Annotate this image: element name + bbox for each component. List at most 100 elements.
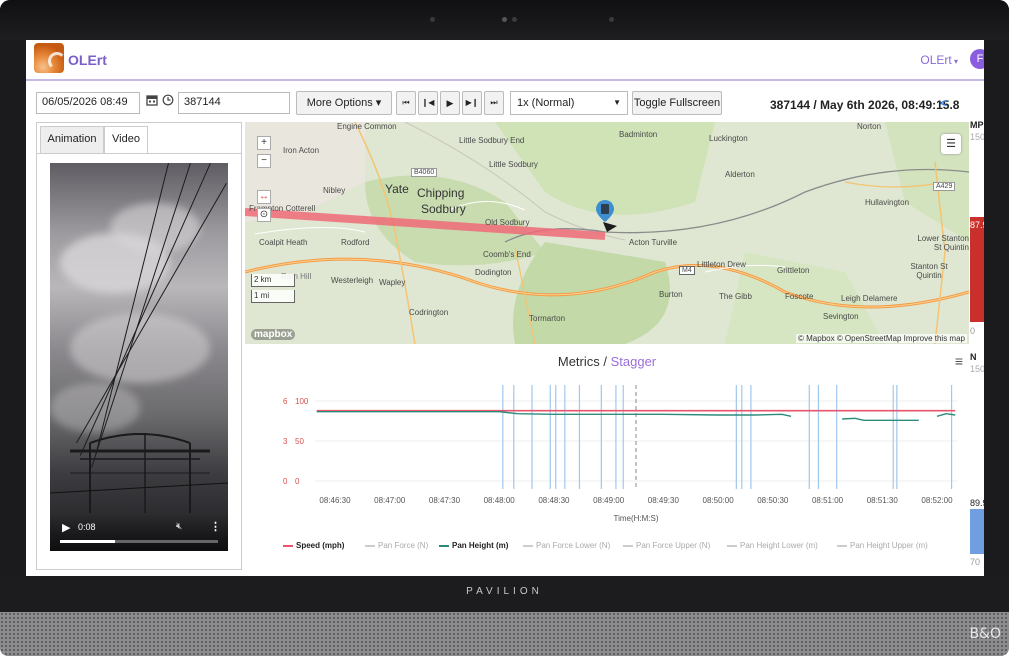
webcam (502, 17, 507, 22)
legend-item-pan-force-lower[interactable]: Pan Force Lower (N) (523, 541, 610, 550)
media-panel: Animation Video ▶ 0:08 🔇︎ ⋮ (36, 122, 242, 570)
status-text: 387144 / May 6th 2026, 08:49:15.8 (770, 98, 960, 112)
y-tick-left: 6 (283, 397, 288, 406)
caret-down-icon: ▾ (372, 97, 382, 109)
x-tick-label: 08:51:00 (812, 496, 844, 505)
locate-icon[interactable]: ⊙ (257, 208, 271, 222)
y-tick-left: 3 (283, 437, 288, 446)
step-back-button[interactable]: ❙◀ (418, 91, 438, 115)
more-options-button[interactable]: More Options ▾ (296, 91, 392, 115)
x-tick-label: 08:47:00 (374, 496, 406, 505)
caret-down-icon: ▾ (951, 57, 958, 66)
mapbox-logo[interactable]: mapbox (251, 329, 296, 340)
map-label: Rodford (341, 238, 370, 247)
map-label: Yate (385, 182, 409, 196)
avatar[interactable]: F (970, 49, 984, 69)
clock-icon[interactable] (162, 94, 174, 109)
video-time: 0:08 (78, 522, 96, 532)
datetime-input[interactable]: 06/05/2026 08:49 (36, 92, 140, 114)
map-label: Norton (857, 122, 882, 131)
tab-video[interactable]: Video (104, 126, 148, 154)
tab-animation[interactable]: Animation (40, 126, 104, 153)
chart-legend: Speed (mph) Pan Force (N) Pan Height (m)… (261, 541, 961, 555)
series-line (936, 412, 956, 418)
step-forward-button[interactable]: ▶❙ (462, 91, 482, 115)
x-tick-label: 08:49:00 (593, 496, 625, 505)
map-label: Little Sodbury (489, 160, 538, 169)
more-vertical-icon[interactable]: ⋮ (210, 520, 221, 533)
caret-down-icon: ▼ (613, 98, 621, 107)
legend-label: Pan Force Lower (N) (536, 541, 611, 550)
volume-icon[interactable]: 🔇︎ (176, 521, 182, 532)
speaker-grille (0, 612, 1009, 656)
road-badge: B4060 (411, 168, 438, 177)
legend-item-pan-height[interactable]: Pan Height (m) (439, 541, 508, 550)
map[interactable]: Engine Common Iron Acton Little Sodbury … (245, 122, 969, 344)
bezel-top (0, 0, 1009, 40)
map-label: Iron Acton (283, 146, 320, 155)
video-progress[interactable] (60, 540, 218, 543)
vehicle-marker-icon[interactable] (595, 198, 621, 236)
video-progress-fill (60, 540, 116, 543)
legend-item-pan-force-upper[interactable]: Pan Force Upper (N) (623, 541, 710, 550)
olert-logo[interactable] (34, 43, 66, 73)
legend-label: Pan Force (N) (378, 541, 429, 550)
map-label: Sodbury (421, 202, 466, 216)
map-label: Hullavington (865, 198, 910, 207)
gauges: MPH 150 87.9 0 N 150 89.9 70 (970, 112, 984, 576)
legend-label: Pan Height Upper (m) (850, 541, 928, 550)
share-icon[interactable]: < (940, 96, 947, 110)
playback-speed-select[interactable]: 1x (Normal) ▼ (510, 91, 628, 115)
y-tick-right: 0 (295, 477, 300, 486)
legend-item-pan-height-upper[interactable]: Pan Height Upper (m) (837, 541, 928, 550)
legend-label: Speed (mph) (296, 541, 345, 550)
toggle-fullscreen-button[interactable]: Toggle Fullscreen (632, 91, 722, 115)
map-label: Luckington (709, 134, 748, 143)
calendar-icon[interactable] (146, 94, 158, 109)
user-menu[interactable]: OLErt ▾ (920, 53, 958, 67)
zoom-in-button[interactable]: + (257, 136, 271, 150)
legend-label: Pan Height (m) (452, 541, 509, 550)
x-tick-label: 08:51:30 (867, 496, 899, 505)
chart-plot[interactable]: 6 3 0 100 50 0 08:46:30 08:47:00 08:47:30 08:48:0… (245, 345, 969, 573)
legend-item-pan-force[interactable]: Pan Force (N) (365, 541, 428, 550)
series-line (316, 410, 792, 418)
legend-item-speed[interactable]: Speed (mph) (283, 541, 344, 550)
play-button[interactable]: ▶ (440, 91, 460, 115)
map-attribution[interactable]: © Mapbox © OpenStreetMap Improve this ma… (796, 334, 967, 343)
last-frame-button[interactable]: ⏭ (484, 91, 504, 115)
map-scale-km: 2 km (251, 274, 295, 287)
app-title[interactable]: OLErt (68, 52, 107, 68)
road-badge: A429 (933, 182, 956, 191)
road-badge: M4 (679, 266, 695, 275)
map-label: Westerleigh (331, 276, 374, 285)
map-scale-mi: 1 mi (251, 290, 295, 303)
speed-gauge-min: 0 (970, 326, 976, 336)
force-gauge-max: 150 (970, 364, 984, 374)
map-label: Burton (659, 290, 683, 299)
map-label: Tormarton (529, 314, 566, 323)
layers-icon[interactable]: ☰ (941, 134, 961, 154)
x-tick-label: 08:49:30 (648, 496, 680, 505)
legend-label: Pan Force Upper (N) (636, 541, 711, 550)
record-id-input[interactable]: 387144 (178, 92, 290, 114)
video-play-icon[interactable]: ▶ (62, 521, 70, 534)
video-player[interactable]: ▶ 0:08 🔇︎ ⋮ (50, 163, 228, 551)
y-tick-right: 100 (295, 397, 309, 406)
brand-label: PAVILION (466, 586, 543, 597)
legend-swatch (623, 544, 633, 547)
x-axis-label: Time(H:M:S) (613, 514, 658, 523)
legend-swatch (523, 544, 533, 547)
first-frame-button[interactable]: ⏮ (396, 91, 416, 115)
speed-gauge-max: 150 (970, 132, 984, 142)
x-tick-label: 08:50:30 (757, 496, 789, 505)
measure-icon[interactable]: ↔ (257, 190, 271, 204)
legend-swatch (837, 544, 847, 547)
metrics-chart: Metrics / Stagger ≡ 6 3 0 100 50 0 08:46:30 08:… (245, 345, 969, 573)
force-gauge-min: 70 (970, 557, 981, 567)
legend-swatch (727, 544, 737, 547)
speed-gauge-label: MPH (970, 120, 984, 130)
x-tick-label: 08:48:00 (484, 496, 516, 505)
zoom-out-button[interactable]: − (257, 154, 271, 168)
legend-item-pan-height-lower[interactable]: Pan Height Lower (m) (727, 541, 818, 550)
